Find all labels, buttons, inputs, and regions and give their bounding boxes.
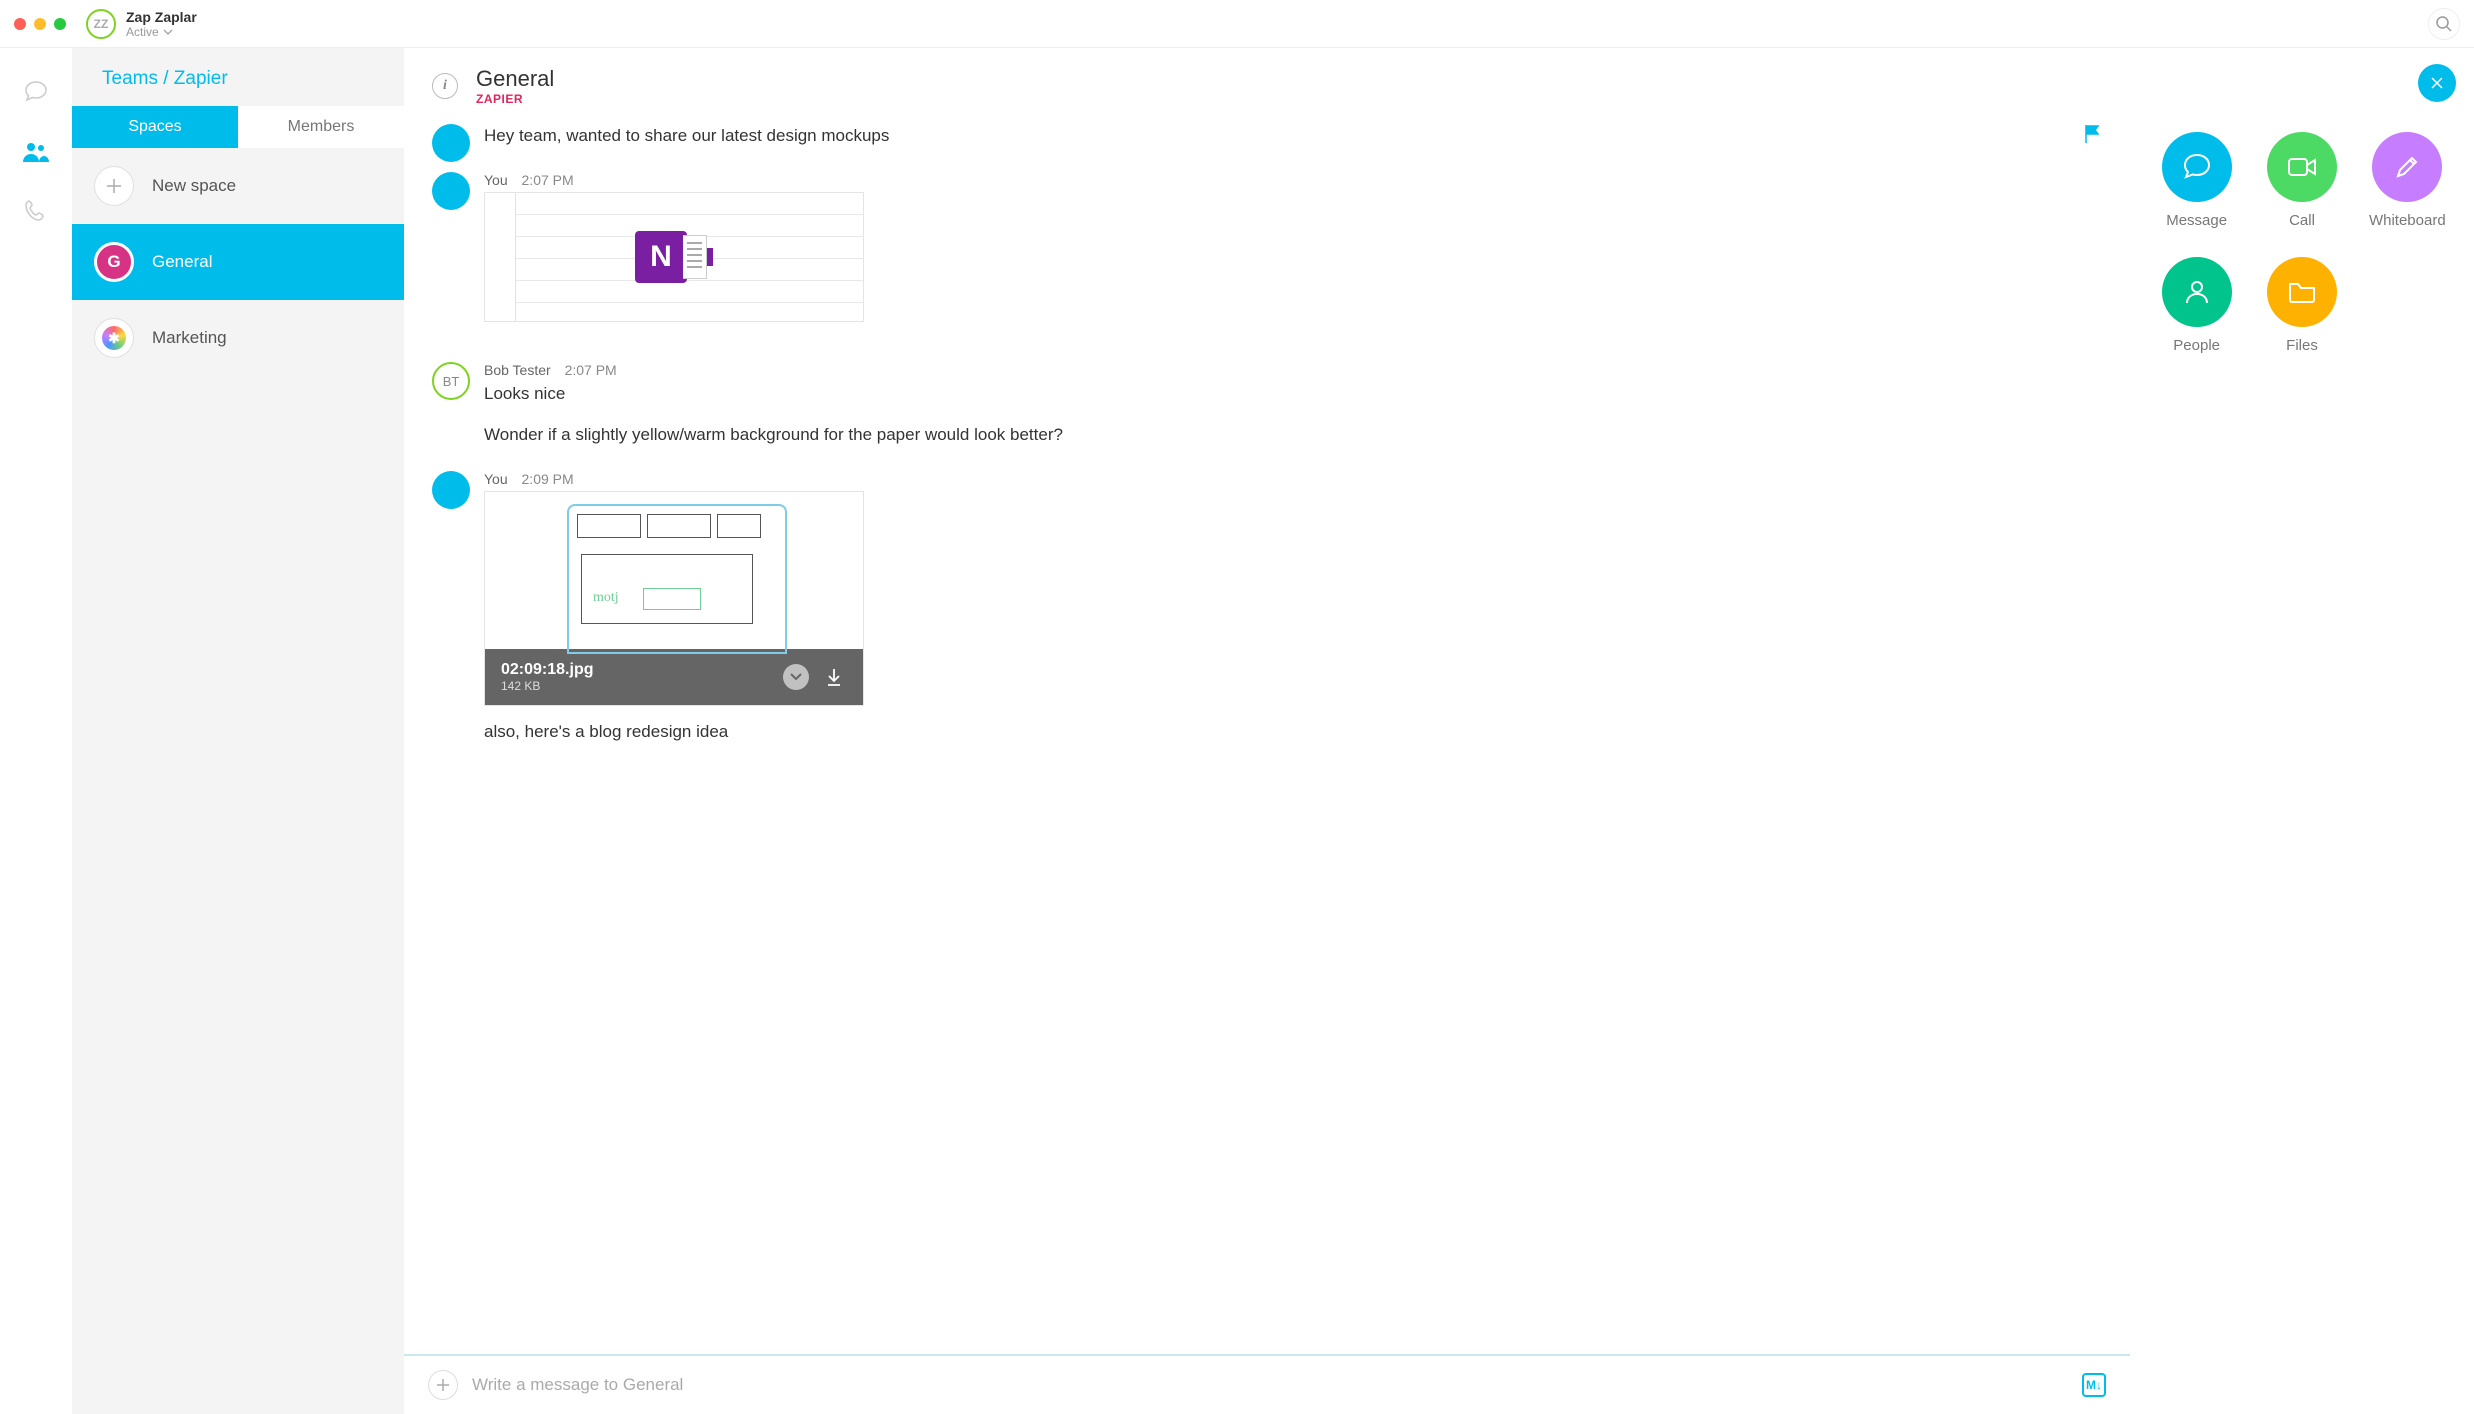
- tab-members[interactable]: Members: [238, 106, 404, 148]
- folder-icon: [2286, 278, 2318, 306]
- message-row: You 2:07 PM N: [432, 172, 2102, 336]
- sidebar-item-general[interactable]: G General: [72, 224, 404, 300]
- attachment-expand-button[interactable]: [783, 664, 809, 690]
- action-call[interactable]: Call: [2253, 132, 2350, 229]
- chat-header: i General ZAPIER: [404, 48, 2130, 120]
- chevron-down-icon: [163, 29, 173, 35]
- action-files[interactable]: Files: [2253, 257, 2350, 354]
- message-author: Bob Tester: [484, 362, 551, 378]
- titlebar: ZZ Zap Zaplar Active: [0, 0, 2474, 48]
- message-time: 2:09 PM: [522, 471, 574, 487]
- search-icon: [2435, 15, 2453, 33]
- action-label: Whiteboard: [2369, 212, 2446, 229]
- new-space-label: New space: [152, 176, 236, 196]
- minimize-window-button[interactable]: [34, 18, 46, 30]
- pencil-icon: [2392, 152, 2422, 182]
- attachment-size: 142 KB: [501, 679, 771, 693]
- chat-column: i General ZAPIER Hey team, wanted to sha…: [404, 48, 2130, 1414]
- action-label: Message: [2166, 212, 2227, 229]
- nav-chat-icon[interactable]: [22, 78, 50, 106]
- message-time: 2:07 PM: [565, 362, 617, 378]
- avatar-you-icon: [432, 172, 470, 210]
- maximize-window-button[interactable]: [54, 18, 66, 30]
- sidebar-item-marketing[interactable]: Marketing: [72, 300, 404, 376]
- message-time: 2:07 PM: [522, 172, 574, 188]
- message-text: Wonder if a slightly yellow/warm backgro…: [484, 423, 2102, 448]
- new-space-button[interactable]: New space: [72, 148, 404, 224]
- plus-icon: [94, 166, 134, 206]
- close-icon: [2429, 75, 2445, 91]
- close-panel-button[interactable]: [2418, 64, 2456, 102]
- add-attachment-button[interactable]: [428, 1370, 458, 1400]
- attachment-image[interactable]: motj 02:09:18.jpg 142 KB: [484, 491, 864, 706]
- action-label: Call: [2289, 212, 2315, 229]
- user-status-label: Active: [126, 25, 159, 39]
- nav-rail: [0, 48, 72, 1414]
- avatar-you-icon: [432, 471, 470, 509]
- sidebar: Teams / Zapier Spaces Members New space …: [72, 48, 404, 1414]
- close-window-button[interactable]: [14, 18, 26, 30]
- nav-calls-icon[interactable]: [23, 198, 49, 224]
- right-panel: Message Call Whiteboard: [2130, 48, 2474, 1414]
- action-whiteboard[interactable]: Whiteboard: [2359, 132, 2456, 229]
- message-icon: [2180, 150, 2214, 184]
- message-list[interactable]: Hey team, wanted to share our latest des…: [404, 120, 2130, 1354]
- attachment-name: 02:09:18.jpg: [501, 661, 771, 679]
- sketch-label: motj: [593, 590, 619, 606]
- message-text: also, here's a blog redesign idea: [484, 720, 2102, 745]
- message-input[interactable]: [472, 1375, 2068, 1395]
- markdown-toggle-button[interactable]: M↓: [2082, 1373, 2106, 1397]
- avatar-you-icon: [432, 124, 470, 162]
- chevron-down-icon: [789, 672, 803, 682]
- video-icon: [2285, 154, 2319, 180]
- attachment-bar: 02:09:18.jpg 142 KB: [485, 649, 863, 705]
- space-avatar-general: G: [94, 242, 134, 282]
- action-people[interactable]: People: [2148, 257, 2245, 354]
- message-author: You: [484, 172, 508, 188]
- message-row: Hey team, wanted to share our latest des…: [432, 124, 2102, 162]
- message-text: Hey team, wanted to share our latest des…: [484, 124, 2070, 149]
- space-list: New space G General Marketing: [72, 148, 404, 1414]
- nav-teams-icon[interactable]: [21, 140, 51, 164]
- message-row: BT Bob Tester 2:07 PM Looks nice Wonder …: [432, 362, 2102, 453]
- message-text: Looks nice: [484, 382, 2102, 407]
- action-label: People: [2173, 337, 2220, 354]
- user-name: Zap Zaplar: [126, 9, 197, 25]
- message-row: You 2:09 PM motj: [432, 471, 2102, 751]
- user-block: Zap Zaplar Active: [126, 9, 197, 39]
- message-author: You: [484, 471, 508, 487]
- chat-title: General: [476, 66, 554, 92]
- tab-spaces[interactable]: Spaces: [72, 106, 238, 148]
- plus-icon: [435, 1377, 451, 1393]
- sidebar-item-label: General: [152, 252, 212, 272]
- breadcrumb[interactable]: Teams / Zapier: [72, 48, 404, 106]
- flag-icon[interactable]: [2084, 124, 2102, 162]
- chat-subtitle: ZAPIER: [476, 92, 554, 106]
- download-button[interactable]: [821, 664, 847, 690]
- space-avatar-marketing: [94, 318, 134, 358]
- download-icon: [825, 667, 843, 687]
- person-icon: [2182, 277, 2212, 307]
- sidebar-tabs: Spaces Members: [72, 106, 404, 148]
- action-message[interactable]: Message: [2148, 132, 2245, 229]
- onenote-icon: N: [635, 231, 687, 283]
- search-button[interactable]: [2428, 8, 2460, 40]
- user-status-dropdown[interactable]: Active: [126, 25, 197, 39]
- avatar[interactable]: ZZ: [86, 9, 116, 39]
- attachment-onenote[interactable]: N: [484, 192, 864, 322]
- sidebar-item-label: Marketing: [152, 328, 227, 348]
- composer: M↓: [404, 1354, 2130, 1414]
- avatar-bob: BT: [432, 362, 470, 400]
- window-controls: [14, 18, 66, 30]
- info-button[interactable]: i: [432, 73, 458, 99]
- action-label: Files: [2286, 337, 2318, 354]
